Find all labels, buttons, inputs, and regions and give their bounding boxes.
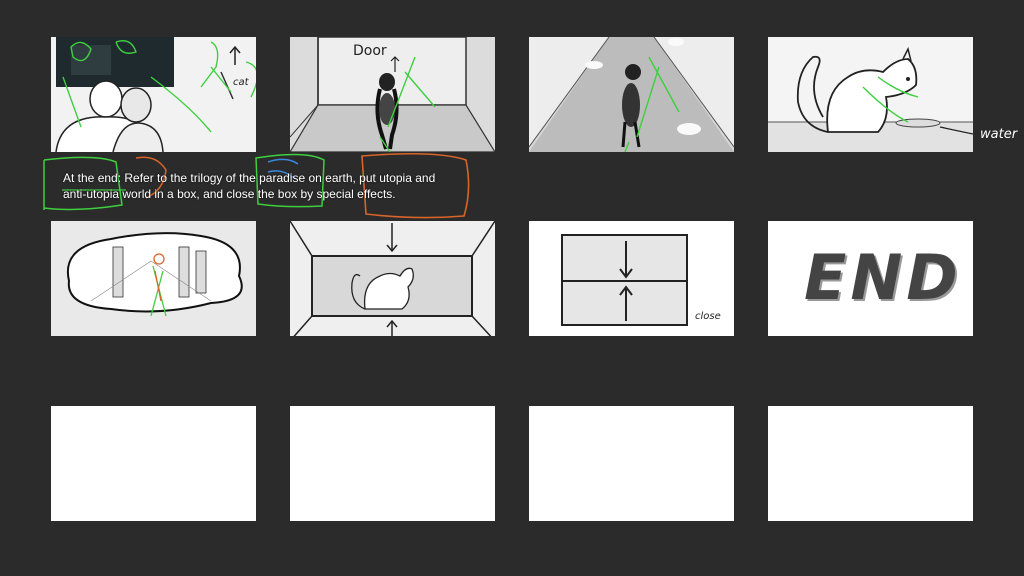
- frame-5-sketch: [51, 221, 256, 336]
- storyboard-frame-2[interactable]: Door: [290, 37, 495, 152]
- frame-3-sketch: [529, 37, 734, 152]
- storyboard-frame-9[interactable]: [51, 406, 256, 521]
- frame-4-sketch: [768, 37, 973, 152]
- frame-6-sketch: [290, 221, 495, 336]
- storyboard-frame-1[interactable]: cat: [51, 37, 256, 152]
- storyboard-frame-5[interactable]: [51, 221, 256, 336]
- storyboard-note: At the end: Refer to the trilogy of the …: [63, 170, 493, 202]
- storyboard-frame-12[interactable]: [768, 406, 973, 521]
- storyboard-frame-4[interactable]: [768, 37, 973, 152]
- storyboard-frame-8[interactable]: END: [768, 221, 973, 336]
- storyboard-frame-7[interactable]: close: [529, 221, 734, 336]
- frame-1-sketch: [51, 37, 256, 152]
- storyboard-frame-6[interactable]: [290, 221, 495, 336]
- note-line-2: anti-utopia world in a box, and close th…: [63, 187, 396, 201]
- close-label: close: [695, 311, 721, 322]
- end-title: END: [804, 241, 962, 314]
- storyboard-frame-11[interactable]: [529, 406, 734, 521]
- door-label: Door: [353, 43, 387, 59]
- frame-2-sketch: [290, 37, 495, 152]
- storyboard-frame-10[interactable]: [290, 406, 495, 521]
- water-label: water: [980, 127, 1018, 142]
- storyboard-frame-3[interactable]: [529, 37, 734, 152]
- cat-label: cat: [233, 77, 249, 88]
- note-line-1: At the end: Refer to the trilogy of the …: [63, 171, 436, 185]
